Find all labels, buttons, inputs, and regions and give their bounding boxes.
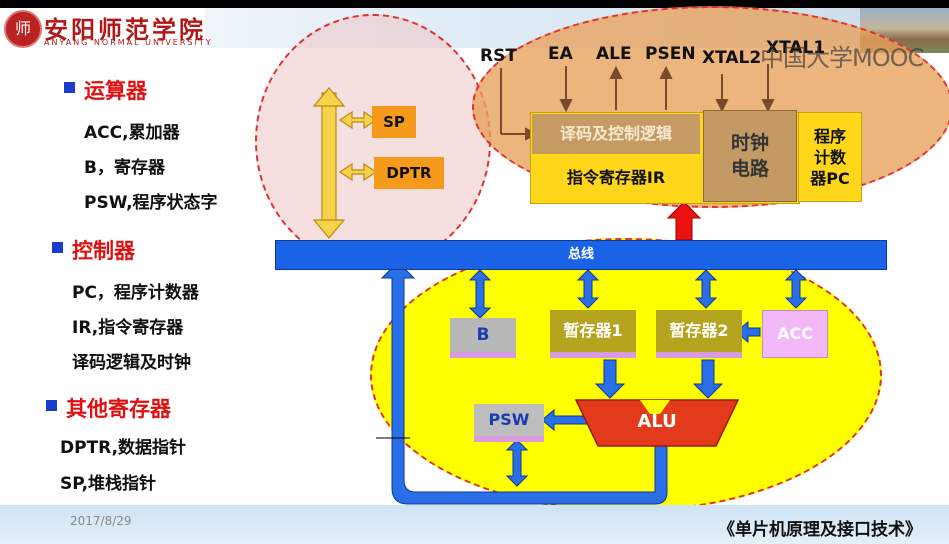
signal-ea: EA (548, 44, 573, 64)
program-counter-pc: 程序 计数 器PC (798, 112, 862, 202)
decode-control-logic: 译码及控制逻辑 (532, 114, 700, 154)
signal-rst: RST (480, 46, 517, 66)
slide-date: 2017/8/29 (70, 514, 132, 528)
signal-psen: PSEN (645, 44, 696, 64)
mooc-watermark: 中国大学MOOC (760, 44, 924, 72)
acc-register: ACC (762, 310, 828, 358)
diagram-connectors (312, 64, 808, 505)
alu-label: ALU (637, 411, 677, 432)
signal-xtal2: XTAL2 (702, 48, 762, 68)
book-title: 《单片机原理及接口技术》 (718, 520, 922, 540)
temp-register-2: 暂存器2 (656, 310, 742, 358)
sp-register: SP (372, 106, 416, 138)
signal-ale: ALE (596, 44, 632, 64)
system-bus: 总线 (275, 240, 887, 270)
clock-circuit: 时钟 电路 (703, 110, 797, 202)
b-register: B (450, 318, 516, 358)
dptr-register: DPTR (374, 157, 444, 189)
temp-register-1: 暂存器1 (550, 310, 636, 358)
instruction-register-ir: 指令寄存器IR (566, 168, 666, 187)
psw-register: PSW (474, 404, 544, 442)
